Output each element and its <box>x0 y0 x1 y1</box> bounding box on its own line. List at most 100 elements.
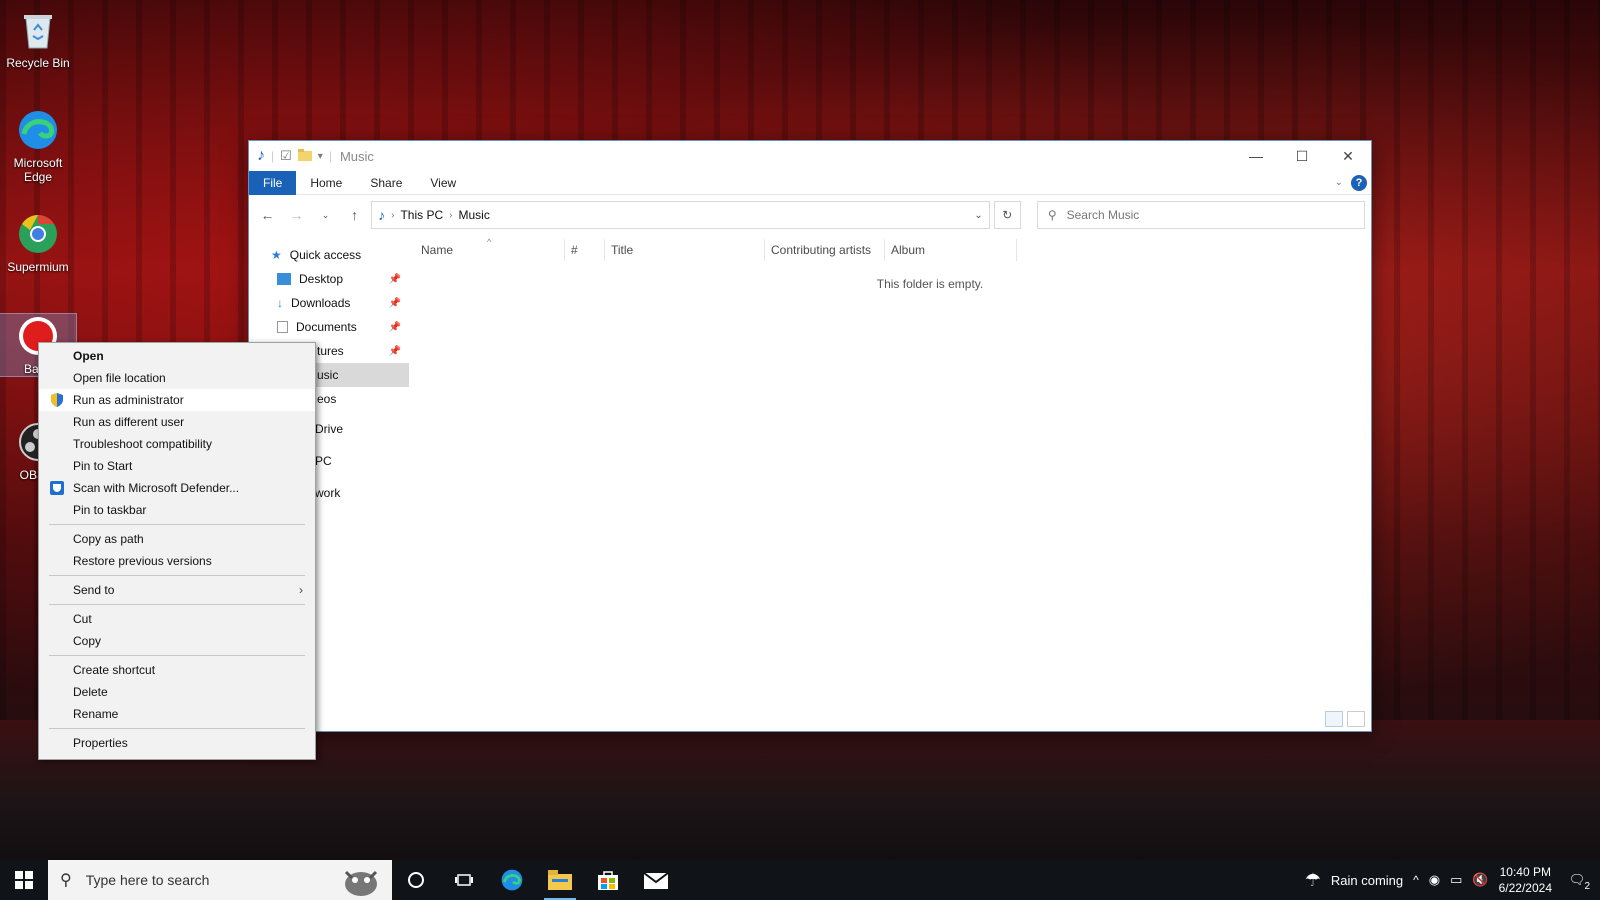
column-contributing-artists[interactable]: Contributing artists <box>765 239 885 261</box>
menu-separator <box>49 728 305 729</box>
submenu-arrow-icon: › <box>299 583 303 597</box>
nav-label: Documents <box>296 320 357 334</box>
network-icon[interactable]: ▭ <box>1450 872 1462 888</box>
menu-separator <box>49 604 305 605</box>
menu-item-create-shortcut[interactable]: Create shortcut <box>39 659 315 681</box>
menu-item-open[interactable]: Open <box>39 345 315 367</box>
customize-qat-icon[interactable]: ▾ <box>318 151 323 162</box>
weather-text[interactable]: Rain coming <box>1331 873 1403 888</box>
tab-file[interactable]: File <box>249 170 297 195</box>
window-title: Music <box>339 148 374 164</box>
nav-downloads[interactable]: ↓ Downloads 📌 <box>249 291 409 315</box>
refresh-button[interactable]: ↻ <box>993 201 1021 229</box>
pin-icon[interactable]: 📌 <box>389 322 401 333</box>
sort-ascending-icon: ^ <box>487 237 492 247</box>
nav-label: Drive <box>315 422 344 436</box>
forward-icon[interactable]: → <box>284 207 309 223</box>
minimize-button[interactable]: — <box>1233 141 1279 171</box>
uac-shield-icon <box>49 392 65 408</box>
column-label: # <box>571 243 578 257</box>
menu-item-pin-to-start[interactable]: Pin to Start <box>39 455 315 477</box>
meet-now-icon[interactable]: ◉ <box>1429 872 1440 888</box>
ribbon-tabs: File Home Share View ⌄ ? <box>249 170 1371 195</box>
menu-item-send-to[interactable]: Send to › <box>39 579 315 601</box>
tab-home[interactable]: Home <box>296 171 356 195</box>
menu-item-delete[interactable]: Delete <box>39 681 315 703</box>
address-bar[interactable]: ♪ › This PC › Music ⌄ <box>371 201 990 229</box>
taskbar-edge[interactable] <box>488 860 536 900</box>
close-button[interactable]: ✕ <box>1325 141 1371 171</box>
nav-documents[interactable]: Documents 📌 <box>249 315 409 339</box>
up-icon[interactable]: ↑ <box>342 207 367 223</box>
breadcrumb-separator: › <box>449 209 453 221</box>
context-menu: Open Open file location Run as administr… <box>38 342 316 760</box>
desktop-icon-microsoft-edge[interactable]: Microsoft Edge <box>0 108 76 184</box>
menu-item-open-file-location[interactable]: Open file location <box>39 367 315 389</box>
column-label: Title <box>611 243 634 257</box>
taskbar-search-placeholder: Type here to search <box>85 872 210 888</box>
column-headers: Name ^ # Title Contributing artists Albu… <box>409 237 1371 263</box>
search-placeholder: Search Music <box>1066 208 1140 222</box>
empty-folder-message: This folder is empty. <box>876 277 984 291</box>
expand-ribbon-icon[interactable]: ⌄ <box>1335 177 1343 188</box>
task-view-button[interactable] <box>440 860 488 900</box>
cortana-icon <box>408 872 424 888</box>
nav-label: tures <box>317 344 344 358</box>
clock[interactable]: 10:40 PM 6/22/2024 <box>1499 864 1552 896</box>
menu-item-rename[interactable]: Rename <box>39 703 315 725</box>
breadcrumb-music[interactable]: Music <box>459 208 490 222</box>
menu-item-run-as-different-user[interactable]: Run as different user <box>39 411 315 433</box>
breadcrumb-this-pc[interactable]: This PC <box>400 208 443 222</box>
music-note-icon: ♪ <box>257 147 265 164</box>
taskbar-file-explorer[interactable] <box>536 860 584 900</box>
large-icons-view-icon[interactable] <box>1347 711 1365 727</box>
nav-label: work <box>315 486 341 500</box>
menu-item-properties[interactable]: Properties <box>39 732 315 754</box>
show-hidden-icons-icon[interactable]: ^ <box>1413 873 1419 887</box>
column-title[interactable]: Title <box>605 239 765 261</box>
menu-item-cut[interactable]: Cut <box>39 608 315 630</box>
column-album[interactable]: Album <box>885 239 1017 261</box>
menu-item-troubleshoot-compatibility[interactable]: Troubleshoot compatibility <box>39 433 315 455</box>
menu-item-run-as-administrator[interactable]: Run as administrator <box>39 389 315 411</box>
address-dropdown-icon[interactable]: ⌄ <box>974 210 982 221</box>
weather-rain-icon[interactable]: ☂ <box>1305 870 1321 891</box>
search-input[interactable]: ⚲ Search Music <box>1036 201 1365 229</box>
column-name[interactable]: Name ^ <box>415 237 565 261</box>
action-center-button[interactable]: 🗨 2 <box>1562 872 1592 892</box>
menu-item-copy-as-path[interactable]: Copy as path <box>39 528 315 550</box>
column-label: Contributing artists <box>771 243 872 257</box>
recent-locations-icon[interactable]: ⌄ <box>313 210 338 221</box>
nav-desktop[interactable]: Desktop 📌 <box>249 267 409 291</box>
pin-icon[interactable]: 📌 <box>389 274 401 285</box>
menu-item-restore-previous-versions[interactable]: Restore previous versions <box>39 550 315 572</box>
store-icon <box>598 871 618 890</box>
desktop-icon-supermium[interactable]: Supermium <box>0 212 76 274</box>
menu-item-scan-with-defender[interactable]: Scan with Microsoft Defender... <box>39 477 315 499</box>
taskbar-mail[interactable] <box>632 860 680 900</box>
maximize-button[interactable]: ☐ <box>1279 141 1325 171</box>
taskbar-search-box[interactable]: ⚲ Type here to search <box>48 860 392 900</box>
properties-icon[interactable]: ☑ <box>280 148 292 164</box>
new-folder-icon[interactable] <box>297 148 312 164</box>
pin-icon[interactable]: 📌 <box>389 298 401 309</box>
column-number[interactable]: # <box>565 239 605 261</box>
desktop-icon-recycle-bin[interactable]: Recycle Bin <box>0 8 76 70</box>
menu-item-copy[interactable]: Copy <box>39 630 315 652</box>
desktop-icon-label: Recycle Bin <box>6 56 70 70</box>
pin-icon[interactable]: 📌 <box>389 346 401 357</box>
nav-quick-access[interactable]: ★ Quick access <box>249 243 409 267</box>
cortana-button[interactable] <box>392 860 440 900</box>
start-button[interactable] <box>0 860 48 900</box>
nav-label: usic <box>317 368 339 382</box>
tab-share[interactable]: Share <box>356 171 416 195</box>
explorer-content: ★ Quick access Desktop 📌 ↓ Downloads 📌 D… <box>249 237 1371 731</box>
tab-view[interactable]: View <box>416 171 470 195</box>
taskbar-microsoft-store[interactable] <box>584 860 632 900</box>
back-icon[interactable]: ← <box>255 207 280 223</box>
help-icon[interactable]: ? <box>1351 174 1367 191</box>
menu-item-pin-to-taskbar[interactable]: Pin to taskbar <box>39 499 315 521</box>
desktop-icon-label: Microsoft Edge <box>13 156 63 184</box>
details-view-icon[interactable] <box>1325 711 1343 727</box>
volume-muted-icon[interactable]: 🔇 <box>1472 872 1488 888</box>
